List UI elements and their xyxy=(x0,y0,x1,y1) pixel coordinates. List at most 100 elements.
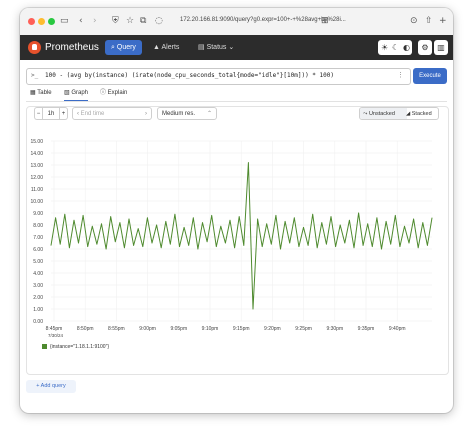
share-icon[interactable]: ⇧ xyxy=(425,16,433,27)
nav-status-button[interactable]: ▤ Status ⌄ xyxy=(192,40,240,55)
data-point xyxy=(225,242,226,244)
tab-explain[interactable]: ⓘ Explain xyxy=(100,86,127,100)
range-increase-button[interactable]: + xyxy=(60,107,68,120)
data-point xyxy=(307,245,309,246)
x-tick-label: 9:30pm xyxy=(326,326,343,332)
query-input[interactable]: >_ 100 - (avg by(instance) (irate(node_c… xyxy=(26,68,411,85)
range-input[interactable]: 1h xyxy=(42,107,60,120)
translate-icon[interactable]: ⊞ xyxy=(321,16,329,27)
more-options-icon[interactable]: ⋮ xyxy=(397,71,404,79)
data-point xyxy=(69,247,70,249)
data-point xyxy=(156,224,157,226)
maximize-window-button[interactable] xyxy=(48,18,55,25)
data-point xyxy=(321,222,323,223)
unstacked-button[interactable]: ⤳ Unstacked xyxy=(360,108,407,119)
y-tick-label: 13.00 xyxy=(30,163,43,169)
minimize-window-button[interactable] xyxy=(38,18,45,25)
y-tick-label: 1.00 xyxy=(33,307,43,313)
star-icon[interactable]: ☆ xyxy=(126,16,134,27)
brand-name[interactable]: Prometheus xyxy=(45,42,99,53)
data-point xyxy=(119,222,121,223)
legend-series-label: {instance="1.18.1.1:9100"} xyxy=(50,344,110,350)
data-point xyxy=(408,242,410,244)
data-point xyxy=(87,246,89,247)
data-point xyxy=(165,221,167,222)
auto-theme-icon[interactable]: ◐ xyxy=(403,42,410,53)
y-tick-label: 7.00 xyxy=(33,235,43,241)
data-point xyxy=(82,215,84,216)
end-time-input[interactable]: ‹ End time › xyxy=(72,107,152,120)
close-window-button[interactable] xyxy=(28,18,35,25)
data-point xyxy=(404,225,405,227)
chart-legend[interactable]: {instance="1.18.1.1:9100"} xyxy=(42,344,109,350)
chevron-down-icon: ⌃ xyxy=(206,111,212,117)
prompt-icon: >_ xyxy=(31,72,39,79)
data-point xyxy=(427,245,428,246)
y-tick-label: 9.00 xyxy=(33,211,43,217)
data-point xyxy=(114,241,116,243)
stacked-button[interactable]: ◢ Stacked xyxy=(406,108,438,119)
resolution-select[interactable]: Medium res. ⌃ xyxy=(157,107,217,120)
data-point xyxy=(385,221,387,222)
data-point xyxy=(312,213,314,215)
tab-table[interactable]: ▦ Table xyxy=(30,86,52,100)
nav-alerts-button[interactable]: ▲ Alerts xyxy=(147,40,185,55)
y-tick-label: 3.00 xyxy=(33,283,43,289)
data-point xyxy=(367,223,369,225)
data-point xyxy=(257,218,258,220)
query-expression[interactable]: 100 - (avg by(instance) (irate(node_cpu_… xyxy=(45,72,334,79)
data-point xyxy=(59,243,61,245)
y-tick-label: 0.00 xyxy=(33,319,43,325)
downloads-icon[interactable]: ⊙ xyxy=(410,16,418,27)
data-point xyxy=(197,248,199,250)
sun-icon[interactable]: ☀ xyxy=(381,42,388,53)
data-point xyxy=(335,246,336,247)
data-point xyxy=(349,219,350,221)
data-point xyxy=(243,245,245,246)
x-tick-label: 8:55pm xyxy=(108,326,125,332)
add-query-button[interactable]: + Add query xyxy=(26,380,76,393)
sidebar-toggle-icon[interactable]: ▭ xyxy=(60,16,69,27)
theme-switcher[interactable]: ☀ ☾ ◐ xyxy=(378,40,412,55)
tab-graph[interactable]: ▧ Graph xyxy=(64,86,89,102)
help-icon[interactable]: ▥ xyxy=(434,40,448,55)
app-navbar: Prometheus ⌕ Query ▲ Alerts ▤ Status ⌄ ☀… xyxy=(20,35,453,60)
y-tick-label: 11.00 xyxy=(31,187,43,193)
forward-icon[interactable]: › xyxy=(93,16,97,27)
back-icon[interactable]: ‹ xyxy=(79,16,83,27)
y-tick-label: 2.00 xyxy=(33,295,43,301)
cpu-usage-chart[interactable]: 0.00 1.00 2.00 3.00 4.00 5.00 6.00 7.00 8.00 9.00… xyxy=(20,123,453,358)
data-point xyxy=(96,243,98,245)
data-point xyxy=(110,216,112,217)
data-point xyxy=(220,225,222,227)
data-point xyxy=(137,228,139,229)
settings-icon[interactable]: ⚙ xyxy=(418,40,432,55)
x-tick-label: 9:40pm xyxy=(389,326,406,332)
data-point xyxy=(169,243,171,245)
data-point xyxy=(376,217,378,219)
privacy-icon[interactable]: ◌ xyxy=(155,16,163,27)
tabs-icon[interactable]: ⧉ xyxy=(140,16,146,27)
range-decrease-button[interactable]: − xyxy=(34,107,42,120)
nav-query-button[interactable]: ⌕ Query xyxy=(105,40,142,55)
data-point xyxy=(179,246,180,247)
x-tick-label: 9:35pm xyxy=(358,326,375,332)
data-point xyxy=(215,246,217,247)
data-point xyxy=(211,215,213,216)
shield-icon[interactable]: ⛨ xyxy=(112,16,119,27)
data-point xyxy=(422,222,424,223)
chevron-right-icon[interactable]: › xyxy=(145,108,147,121)
browser-window: ▭ ‹ › ⛨ ☆ ⧉ ◌ 172.20.166.81:9090/query?g… xyxy=(20,8,453,413)
data-point xyxy=(353,247,355,249)
data-point xyxy=(206,241,208,243)
execute-button[interactable]: Execute xyxy=(413,68,447,84)
prometheus-logo[interactable] xyxy=(28,41,41,54)
new-tab-icon[interactable]: + xyxy=(439,16,447,27)
moon-icon[interactable]: ☾ xyxy=(392,42,399,53)
data-point xyxy=(55,217,56,219)
data-point xyxy=(371,246,373,247)
data-point xyxy=(101,223,102,225)
data-point xyxy=(270,243,272,245)
chevron-down-icon: ⌄ xyxy=(226,44,235,51)
y-tick-label: 5.00 xyxy=(33,259,43,265)
